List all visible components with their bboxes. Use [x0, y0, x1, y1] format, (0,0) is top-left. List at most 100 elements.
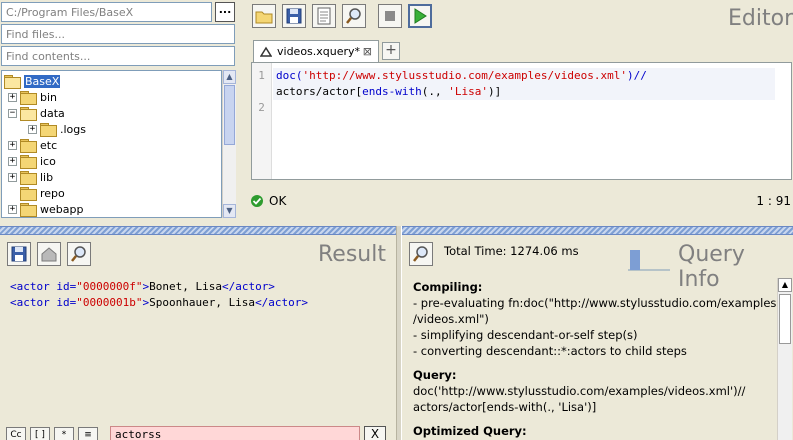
tree-item-lib[interactable]: + lib [8, 169, 53, 185]
expand-icon[interactable]: + [8, 156, 17, 166]
result-panel: Result <actor id="0000000f">Bonet, Lisa<… [0, 236, 396, 440]
folder-icon [20, 91, 37, 105]
tree-item-bin[interactable]: + bin [8, 89, 57, 105]
find-result-button[interactable] [67, 242, 91, 266]
editor-status-bar: OK 1 : 91 [250, 191, 791, 211]
result-search-input[interactable]: actorss [110, 426, 360, 440]
tree-item-repo[interactable]: repo [20, 185, 65, 201]
tree-item-logs[interactable]: + .logs [28, 121, 86, 137]
result-line: <actor id="0000000f">Bonet, Lisa</actor> [10, 280, 275, 293]
expand-icon[interactable]: + [8, 204, 17, 214]
tree-scrollbar[interactable]: ▲ ▼ [222, 70, 236, 218]
line-gutter: 1 2 [252, 63, 272, 179]
save-icon [286, 8, 302, 24]
project-path-field[interactable]: C:/Program Files/BaseX [1, 2, 212, 22]
scroll-down-icon[interactable]: ▼ [223, 204, 236, 218]
optimized-heading: Optimized Query: [413, 424, 527, 438]
multiline-button[interactable]: ≡ [78, 427, 98, 440]
close-search-button[interactable]: X [364, 426, 386, 440]
find-files-input[interactable]: Find files... [1, 24, 235, 44]
editor-title: Editor [728, 6, 793, 31]
folder-open-icon [255, 11, 273, 24]
scroll-thumb[interactable] [224, 85, 235, 145]
stop-icon [385, 11, 395, 21]
tree-item-data[interactable]: − data [8, 105, 65, 121]
editor-panel: Editor videos.xquery* ⊠ + 1 2 doc('http:… [248, 0, 793, 222]
query-info-panel: Total Time: 1274.06 ms Query Info Compil… [402, 236, 793, 440]
home-button[interactable] [37, 242, 61, 266]
code-token: ends-with [362, 85, 422, 98]
code-string: 'http://www.stylusstudio.com/examples/vi… [302, 69, 628, 82]
tab-videos-xquery[interactable]: videos.xquery* ⊠ [253, 40, 379, 62]
find-info-button[interactable] [409, 242, 433, 266]
editor-scroll-area [777, 63, 791, 179]
folder-icon [20, 139, 37, 153]
result-line: <actor id="0000001b">Spoonhauer, Lisa</a… [10, 296, 308, 309]
tree-item-basex[interactable]: BaseX [4, 73, 61, 89]
result-splitter[interactable] [0, 226, 396, 235]
save-result-button[interactable] [7, 242, 31, 266]
find-contents-input[interactable]: Find contents... [1, 46, 235, 66]
expand-icon[interactable]: + [8, 172, 17, 182]
folder-icon [40, 123, 57, 137]
ok-check-icon [251, 195, 263, 207]
xquery-file-icon [260, 46, 272, 57]
save-icon [11, 246, 27, 262]
info-scrollbar[interactable]: ▲ [777, 278, 792, 440]
xml-tag: <actor [10, 296, 57, 309]
tree-item-label: repo [40, 186, 65, 200]
timing-chart-icon [628, 250, 670, 271]
tree-item-ico[interactable]: + ico [8, 153, 56, 169]
stop-button[interactable] [378, 4, 402, 28]
open-file-button[interactable] [252, 4, 276, 28]
tree-item-label: BaseX [24, 74, 61, 88]
result-title: Result [318, 242, 386, 267]
tree-item-etc[interactable]: + etc [8, 137, 57, 153]
heading-text: Optimized Query: [413, 424, 527, 438]
tree-item-label: webapp [40, 202, 84, 216]
query-info-title: Query Info [678, 242, 745, 292]
compiling-step: - simplifying descendant-or-self step(s) [413, 328, 638, 342]
run-query-button[interactable] [408, 4, 432, 28]
code-editor[interactable]: 1 2 doc('http://www.stylusstudio.com/exa… [251, 62, 792, 180]
status-text: OK [269, 194, 287, 208]
save-button[interactable] [282, 4, 306, 28]
search-toggle-group: Cc [ ] * ≡ [6, 427, 98, 440]
total-time: Total Time: 1274.06 ms [444, 244, 579, 258]
tab-close-icon[interactable]: ⊠ [363, 45, 372, 58]
tree-item-label: .logs [60, 122, 86, 136]
tree-item-webapp[interactable]: + webapp [8, 201, 83, 217]
folder-icon [20, 187, 37, 201]
scroll-up-icon[interactable]: ▲ [778, 278, 792, 292]
folder-icon [20, 203, 37, 217]
query-info-splitter[interactable] [402, 226, 793, 235]
tree-item-label: data [40, 106, 65, 120]
expand-icon[interactable]: + [28, 124, 37, 134]
expand-icon[interactable]: + [8, 92, 17, 102]
line-number: 2 [258, 101, 265, 114]
search-icon [71, 246, 86, 262]
browse-button[interactable]: ... [215, 2, 235, 22]
query-text: doc('http://www.stylusstudio.com/example… [413, 384, 746, 398]
xml-tag: </actor> [221, 280, 275, 293]
editor-tab-bar: videos.xquery* ⊠ + [251, 38, 791, 62]
code-token: )// [627, 69, 647, 82]
whole-word-button[interactable]: [ ] [30, 427, 50, 440]
project-explorer: C:/Program Files/BaseX ... Find files...… [0, 0, 240, 222]
new-file-button[interactable] [312, 4, 336, 28]
match-case-button[interactable]: Cc [6, 427, 26, 440]
scroll-thumb[interactable] [779, 294, 791, 344]
scroll-up-icon[interactable]: ▲ [223, 70, 236, 84]
expand-icon[interactable]: + [8, 140, 17, 150]
tree-item-label: lib [40, 170, 54, 184]
regex-button[interactable]: * [54, 427, 74, 440]
home-icon [41, 247, 57, 262]
find-button[interactable] [342, 4, 366, 28]
xml-attr: id= [56, 296, 77, 309]
xml-text: Bonet, Lisa [149, 280, 222, 293]
new-tab-button[interactable]: + [382, 42, 400, 60]
xml-attr: id= [56, 280, 77, 293]
collapse-icon[interactable]: − [8, 108, 17, 118]
tab-label: videos.xquery* [277, 45, 361, 58]
code-token: actors/actor[ [276, 85, 363, 98]
